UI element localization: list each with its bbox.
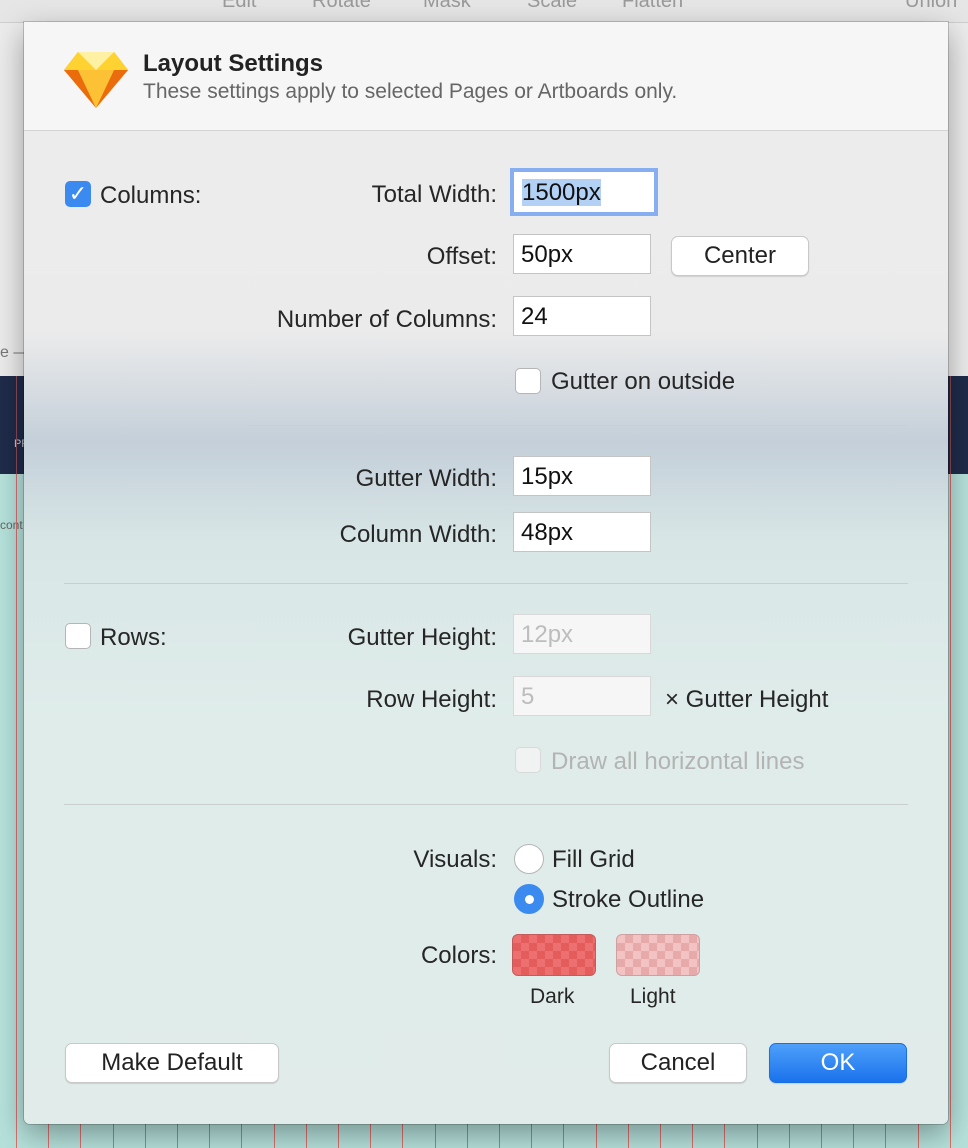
- background-artboard-text: cont: [0, 518, 23, 532]
- light-swatch-label: Light: [630, 985, 676, 1008]
- toolbar-edit-label: Edit: [222, 0, 257, 12]
- toolbar-scale-label: Scale: [527, 0, 578, 12]
- gutter-height-input[interactable]: 12px: [513, 614, 651, 654]
- ok-button[interactable]: OK: [769, 1043, 907, 1083]
- gutter-height-label: Gutter Height:: [347, 624, 497, 651]
- toolbar-mask-label: Mask: [423, 0, 471, 12]
- draw-horizontal-lines-checkbox[interactable]: [515, 747, 541, 773]
- row-height-label: Row Height:: [366, 686, 497, 713]
- offset-input[interactable]: 50px: [513, 234, 651, 274]
- fill-grid-radio[interactable]: [514, 844, 544, 874]
- number-of-columns-label: Number of Columns:: [276, 306, 497, 333]
- columns-inner-separator: [248, 425, 908, 426]
- dialog-header: Layout Settings These settings apply to …: [24, 22, 948, 131]
- gutter-width-label: Gutter Width:: [355, 465, 497, 492]
- gutter-on-outside-checkbox[interactable]: [515, 368, 541, 394]
- column-width-input[interactable]: 48px: [513, 512, 651, 552]
- row-height-input[interactable]: 5: [513, 676, 651, 716]
- rows-label: Rows:: [100, 624, 167, 651]
- fill-grid-label: Fill Grid: [552, 846, 635, 873]
- row-height-suffix: × Gutter Height: [665, 686, 829, 713]
- gutter-on-outside-label: Gutter on outside: [551, 368, 736, 395]
- total-width-label: Total Width:: [371, 181, 497, 208]
- background-grid-line: [950, 376, 951, 474]
- section-separator-1: [64, 583, 908, 584]
- draw-horizontal-lines-label: Draw all horizontal lines: [551, 748, 805, 775]
- toolbar-union-label: Union: [905, 0, 958, 12]
- dark-swatch-label: Dark: [530, 985, 575, 1008]
- center-button[interactable]: Center: [671, 236, 809, 276]
- section-separator-2: [64, 804, 908, 805]
- dialog-title: Layout Settings: [143, 50, 324, 77]
- light-color-swatch[interactable]: [616, 934, 700, 976]
- background-grid-line: [16, 376, 17, 474]
- gutter-width-input[interactable]: 15px: [513, 456, 651, 496]
- make-default-button[interactable]: Make Default: [65, 1043, 279, 1083]
- background-toolbar: Edit Rotate Mask Scale Flatten Union: [0, 0, 968, 23]
- stroke-outline-label: Stroke Outline: [552, 886, 705, 913]
- background-grid-line: [950, 474, 951, 1148]
- rows-checkbox[interactable]: [65, 623, 91, 649]
- toolbar-flatten-label: Flatten: [622, 0, 684, 12]
- stroke-outline-radio[interactable]: [514, 884, 544, 914]
- dark-color-swatch[interactable]: [512, 934, 596, 976]
- offset-label: Offset:: [426, 243, 497, 270]
- visuals-label: Visuals:: [413, 846, 497, 873]
- sketch-diamond-icon: [64, 52, 128, 108]
- cancel-button[interactable]: Cancel: [609, 1043, 747, 1083]
- toolbar-rotate-label: Rotate: [312, 0, 371, 12]
- colors-label: Colors:: [420, 942, 497, 969]
- total-width-input[interactable]: 1500px: [514, 172, 654, 212]
- number-of-columns-input[interactable]: 24: [513, 296, 651, 336]
- layout-settings-dialog: Layout Settings These settings apply to …: [24, 22, 948, 1124]
- columns-checkbox[interactable]: ✓: [65, 181, 91, 207]
- columns-label: Columns:: [100, 182, 202, 209]
- column-width-label: Column Width:: [339, 521, 497, 548]
- background-grid-line: [16, 474, 17, 1148]
- dialog-subtitle: These settings apply to selected Pages o…: [143, 80, 678, 103]
